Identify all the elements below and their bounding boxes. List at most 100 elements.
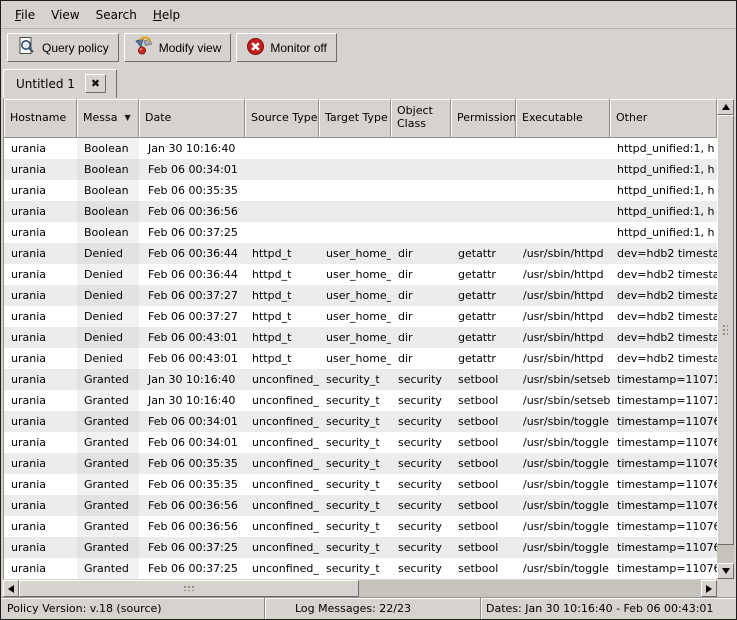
query-policy-label: Query policy <box>42 41 109 55</box>
menu-view[interactable]: View <box>43 5 87 25</box>
table-row[interactable]: urania Denied Feb 06 00:43:01 httpd_t us… <box>4 327 717 348</box>
cell-date: Feb 06 00:36:56 <box>139 495 245 516</box>
audit-log-window: File View Search Help Query policy <box>0 0 737 620</box>
column-header-permission[interactable]: Permission <box>451 99 516 138</box>
statusbar: Policy Version: v.18 (source) Log Messag… <box>1 597 736 619</box>
column-header-target-type[interactable]: Target Type <box>319 99 391 138</box>
table-row[interactable]: urania Boolean Feb 06 00:35:35 httpd_uni… <box>4 180 717 201</box>
cell-source-type <box>245 222 319 243</box>
tab-close-button[interactable]: ✖ <box>85 74 106 93</box>
table-row[interactable]: urania Boolean Jan 30 10:16:40 httpd_uni… <box>4 138 717 159</box>
table-row[interactable]: urania Granted Jan 30 10:16:40 unconfine… <box>4 390 717 411</box>
table-row[interactable]: urania Denied Feb 06 00:36:44 httpd_t us… <box>4 243 717 264</box>
cell-permission <box>451 201 516 222</box>
horizontal-scrollbar[interactable] <box>3 580 717 597</box>
cell-executable: /usr/sbin/httpd <box>516 243 610 264</box>
cell-permission: setbool <box>451 516 516 537</box>
table-row[interactable]: urania Granted Feb 06 00:35:35 unconfine… <box>4 474 717 495</box>
cell-source-type: unconfined_ <box>245 495 319 516</box>
table-row[interactable]: urania Denied Feb 06 00:37:27 httpd_t us… <box>4 306 717 327</box>
cell-message: Denied <box>77 264 139 285</box>
menu-search[interactable]: Search <box>88 5 145 25</box>
monitor-off-button[interactable]: Monitor off <box>236 33 336 62</box>
column-header-other[interactable]: Other <box>610 99 717 138</box>
table-row[interactable]: urania Granted Feb 06 00:37:25 unconfine… <box>4 537 717 558</box>
table-row[interactable]: urania Granted Feb 06 00:36:56 unconfine… <box>4 495 717 516</box>
column-header-label: Target Type <box>325 112 388 125</box>
column-header-date[interactable]: Date <box>139 99 245 138</box>
cell-message: Denied <box>77 285 139 306</box>
scroll-up-button[interactable] <box>717 99 734 115</box>
cell-other: httpd_unified:1, h <box>610 159 717 180</box>
table-row[interactable]: urania Granted Feb 06 00:35:35 unconfine… <box>4 453 717 474</box>
table-row[interactable]: urania Granted Feb 06 00:37:25 unconfine… <box>4 558 717 579</box>
cell-executable: /usr/sbin/toggle <box>516 453 610 474</box>
table-row[interactable]: urania Denied Feb 06 00:37:27 httpd_t us… <box>4 285 717 306</box>
scroll-down-button[interactable] <box>717 563 734 579</box>
cell-executable: /usr/sbin/toggle <box>516 411 610 432</box>
menu-help[interactable]: Help <box>145 5 188 25</box>
cell-target-type: security_t <box>319 474 391 495</box>
cell-target-type <box>319 180 391 201</box>
arrow-down-icon <box>722 568 730 574</box>
cell-other: dev=hdb2 timesta <box>610 243 717 264</box>
status-log-messages: Log Messages: 22/23 <box>266 598 480 619</box>
scroll-left-button[interactable] <box>3 580 19 597</box>
table-row[interactable]: urania Denied Feb 06 00:36:44 httpd_t us… <box>4 264 717 285</box>
cell-permission: setbool <box>451 390 516 411</box>
cell-other: httpd_unified:1, h <box>610 222 717 243</box>
query-policy-button[interactable]: Query policy <box>7 33 119 62</box>
cell-date: Feb 06 00:37:25 <box>139 558 245 579</box>
column-header-executable[interactable]: Executable <box>516 99 610 138</box>
cell-date: Feb 06 00:35:35 <box>139 453 245 474</box>
cell-source-type: httpd_t <box>245 285 319 306</box>
cell-source-type: unconfined_ <box>245 369 319 390</box>
vertical-scrollbar[interactable] <box>717 99 734 579</box>
column-header-message[interactable]: Messa▼ <box>77 99 139 138</box>
cell-date: Feb 06 00:37:27 <box>139 306 245 327</box>
table-row[interactable]: urania Granted Jan 30 10:16:40 unconfine… <box>4 369 717 390</box>
table-row[interactable]: urania Boolean Feb 06 00:37:25 httpd_uni… <box>4 222 717 243</box>
cell-object-class: dir <box>391 243 451 264</box>
cell-target-type: user_home_ <box>319 264 391 285</box>
cell-source-type <box>245 201 319 222</box>
cell-hostname: urania <box>4 453 77 474</box>
column-header-hostname[interactable]: Hostname <box>4 99 77 138</box>
column-header-object-class[interactable]: Object Class <box>391 99 451 138</box>
tab-untitled-1[interactable]: Untitled 1 ✖ <box>3 69 117 98</box>
table-row[interactable]: urania Boolean Feb 06 00:36:56 httpd_uni… <box>4 201 717 222</box>
cell-hostname: urania <box>4 264 77 285</box>
cell-target-type: user_home_ <box>319 327 391 348</box>
cell-hostname: urania <box>4 516 77 537</box>
cell-executable: /usr/sbin/toggle <box>516 432 610 453</box>
table-row[interactable]: urania Granted Feb 06 00:34:01 unconfine… <box>4 432 717 453</box>
cell-date: Feb 06 00:34:01 <box>139 159 245 180</box>
vertical-scrollbar-trough[interactable] <box>717 545 734 563</box>
cell-executable <box>516 201 610 222</box>
cell-permission: setbool <box>451 537 516 558</box>
scroll-right-button[interactable] <box>701 580 717 597</box>
cell-date: Feb 06 00:35:35 <box>139 180 245 201</box>
toolbar: Query policy Modify view <box>1 29 736 66</box>
cell-permission: setbool <box>451 495 516 516</box>
horizontal-scrollbar-trough[interactable] <box>359 580 701 597</box>
modify-view-button[interactable]: Modify view <box>124 33 232 62</box>
table-row[interactable]: urania Denied Feb 06 00:43:01 httpd_t us… <box>4 348 717 369</box>
vertical-scrollbar-thumb[interactable] <box>717 115 734 545</box>
cell-object-class <box>391 138 451 159</box>
cell-message: Denied <box>77 306 139 327</box>
table-row[interactable]: urania Boolean Feb 06 00:34:01 httpd_uni… <box>4 159 717 180</box>
horizontal-scrollbar-thumb[interactable] <box>19 580 359 597</box>
cell-source-type: httpd_t <box>245 327 319 348</box>
cell-date: Feb 06 00:36:56 <box>139 516 245 537</box>
table-row[interactable]: urania Granted Feb 06 00:34:01 unconfine… <box>4 411 717 432</box>
table-row[interactable]: urania Granted Feb 06 00:36:56 unconfine… <box>4 516 717 537</box>
column-header-source-type[interactable]: Source Type <box>245 99 319 138</box>
cell-permission <box>451 222 516 243</box>
log-view-page: Hostname Messa▼ Date Source Type Target … <box>1 98 736 597</box>
cell-source-type: unconfined_ <box>245 537 319 558</box>
menu-file[interactable]: File <box>7 5 43 25</box>
cell-object-class: security <box>391 369 451 390</box>
cell-message: Boolean <box>77 138 139 159</box>
cell-source-type <box>245 180 319 201</box>
